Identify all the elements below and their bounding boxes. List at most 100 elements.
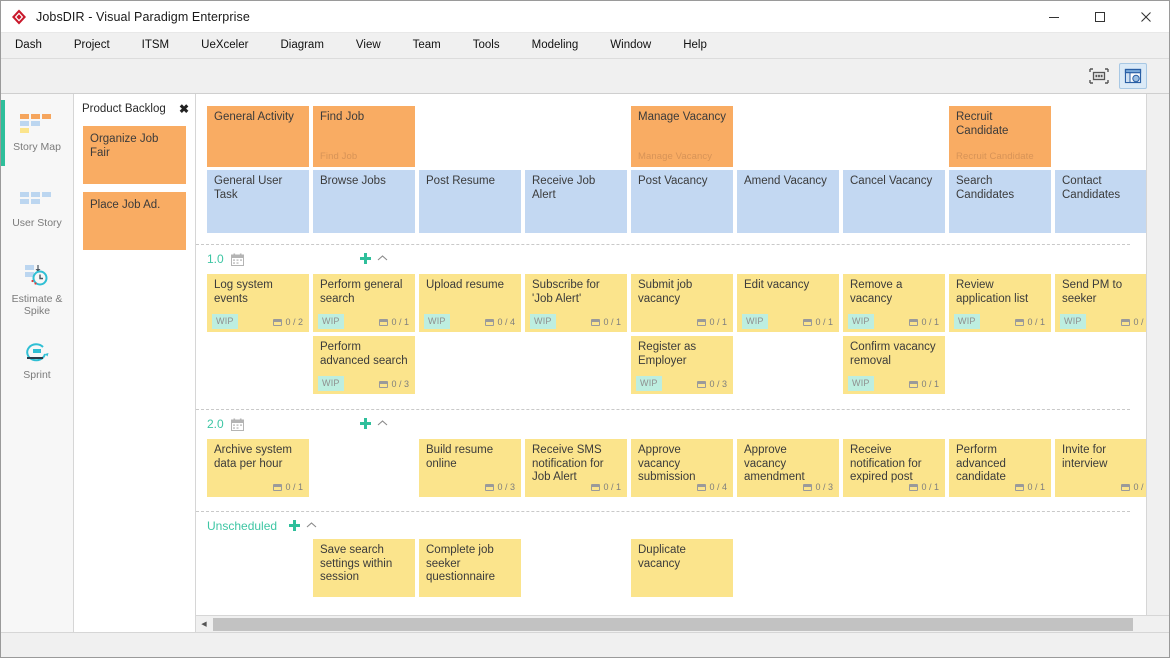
subtask-icon	[379, 381, 388, 388]
story-card[interactable]: Log system eventsWIP0 / 2	[207, 274, 309, 332]
arrow-left-icon[interactable]: ◀	[196, 617, 212, 632]
story-card[interactable]: Subscribe for 'Job Alert'WIP0 / 1	[525, 274, 627, 332]
activity-card[interactable]: General Activity	[207, 106, 309, 167]
story-card[interactable]: Confirm vacancy removalWIP0 / 1	[843, 336, 945, 394]
subtask-count: 0 / 3	[485, 481, 515, 495]
subtask-count: 0 / 3	[697, 378, 727, 392]
left-navigation: Story Map User Story	[1, 94, 74, 632]
subtask-icon	[591, 319, 600, 326]
card-title: Cancel Vacancy	[850, 175, 938, 189]
scrollbar-thumb[interactable]	[213, 618, 1133, 631]
story-card[interactable]: Perform advanced searchWIP0 / 3	[313, 336, 415, 394]
sidebar-item-sprint[interactable]: Sprint	[1, 334, 73, 396]
story-card[interactable]: Receive SMS notification for Job Alert0 …	[525, 439, 627, 497]
sprint-name[interactable]: 1.0	[207, 252, 224, 266]
activity-card[interactable]: Recruit CandidateRecruit Candidate	[949, 106, 1051, 167]
close-button[interactable]	[1123, 1, 1169, 32]
story-card[interactable]: Register as EmployerWIP0 / 3	[631, 336, 733, 394]
story-card[interactable]: Upload resumeWIP0 / 4	[419, 274, 521, 332]
subtask-count-label: 0 / 1	[921, 481, 939, 495]
story-card[interactable]: Save search settings within session	[313, 539, 415, 597]
menu-item-view[interactable]: View	[356, 33, 399, 58]
story-card[interactable]: Approve vacancy amendment0 / 3	[737, 439, 839, 497]
calendar-icon[interactable]	[231, 253, 244, 266]
story-map-canvas: General Activity Find JobFind Job Manage V…	[196, 94, 1169, 632]
add-icon[interactable]	[359, 252, 372, 267]
card-title: General User Task	[214, 175, 302, 202]
task-card[interactable]: General User Task	[207, 170, 309, 233]
subtask-count: 0 / 3	[379, 378, 409, 392]
calendar-icon[interactable]	[231, 418, 244, 431]
horizontal-scrollbar[interactable]: ◀	[196, 615, 1169, 632]
sidebar-item-user-story[interactable]: User Story	[1, 182, 73, 244]
sprint-name[interactable]: Unscheduled	[207, 519, 277, 533]
subtask-count-label: 0 / 1	[603, 481, 621, 495]
close-icon[interactable]: ✖	[179, 103, 189, 115]
maximize-button[interactable]	[1077, 1, 1123, 32]
activity-card[interactable]: Find JobFind Job	[313, 106, 415, 167]
chevron-up-icon[interactable]	[377, 419, 388, 430]
story-card[interactable]: Approve vacancy submission0 / 4	[631, 439, 733, 497]
task-card[interactable]: Browse Jobs	[313, 170, 415, 233]
subtask-count-label: 0 / 1	[709, 316, 727, 330]
add-icon[interactable]	[359, 417, 372, 432]
menu-item-diagram[interactable]: Diagram	[280, 33, 341, 58]
sprint-name[interactable]: 2.0	[207, 417, 224, 431]
chevron-up-icon[interactable]	[377, 254, 388, 265]
task-card[interactable]: Cancel Vacancy	[843, 170, 945, 233]
menu-item-team[interactable]: Team	[413, 33, 459, 58]
card-title: Manage Vacancy	[638, 111, 726, 125]
menu-item-window[interactable]: Window	[610, 33, 669, 58]
story-card[interactable]: Review application listWIP0 / 1	[949, 274, 1051, 332]
task-card[interactable]: Contact Candidates	[1055, 170, 1157, 233]
wip-badge: WIP	[636, 376, 662, 392]
story-card[interactable]: Archive system data per hour0 / 1	[207, 439, 309, 497]
story-card[interactable]: Invite for interview0 / 1	[1055, 439, 1157, 497]
subtask-count: 0 / 1	[909, 316, 939, 330]
task-card[interactable]: Receive Job Alert	[525, 170, 627, 233]
subtask-count: 0 / 1	[591, 316, 621, 330]
story-card[interactable]: Submit job vacancy0 / 1	[631, 274, 733, 332]
card-title: Save search settings within session	[320, 544, 408, 585]
story-card[interactable]: Perform advanced candidate0 / 1	[949, 439, 1051, 497]
menu-item-uexceler[interactable]: UeXceler	[201, 33, 266, 58]
task-card[interactable]: Amend Vacancy	[737, 170, 839, 233]
task-card[interactable]: Post Resume	[419, 170, 521, 233]
story-card[interactable]: Perform general searchWIP0 / 1	[313, 274, 415, 332]
subtask-count-label: 0 / 3	[497, 481, 515, 495]
card-title: Edit vacancy	[744, 279, 832, 293]
activity-card[interactable]: Manage VacancyManage Vacancy	[631, 106, 733, 167]
story-card[interactable]: Duplicate vacancy	[631, 539, 733, 597]
backlog-card[interactable]: Organize Job Fair	[83, 126, 186, 184]
task-card[interactable]: Post Vacancy	[631, 170, 733, 233]
backlog-card[interactable]: Place Job Ad.	[83, 192, 186, 250]
menu-item-modeling[interactable]: Modeling	[532, 33, 597, 58]
story-card[interactable]: Complete job seeker questionnaire	[419, 539, 521, 597]
fit-to-screen-icon[interactable]	[1085, 63, 1113, 89]
menu-item-help[interactable]: Help	[683, 33, 725, 58]
task-card[interactable]: Search Candidates	[949, 170, 1051, 233]
menu-item-itsm[interactable]: ITSM	[142, 33, 187, 58]
card-title: General Activity	[214, 111, 302, 125]
subtask-count-label: 0 / 3	[391, 378, 409, 392]
story-card[interactable]: Receive notification for expired post0 /…	[843, 439, 945, 497]
story-card[interactable]: Remove a vacancyWIP0 / 1	[843, 274, 945, 332]
subtask-count-label: 0 / 1	[1027, 316, 1045, 330]
subtask-icon	[379, 319, 388, 326]
minimize-button[interactable]	[1031, 1, 1077, 32]
menu-item-project[interactable]: Project	[74, 33, 128, 58]
sidebar-item-story-map[interactable]: Story Map	[1, 106, 73, 168]
show-properties-pane-icon[interactable]	[1119, 63, 1147, 89]
story-card[interactable]: Send PM to seekerWIP0 / 1	[1055, 274, 1157, 332]
story-card[interactable]: Build resume online0 / 3	[419, 439, 521, 497]
wip-badge: WIP	[848, 314, 874, 330]
add-icon[interactable]	[288, 519, 301, 534]
story-card[interactable]: Edit vacancyWIP0 / 1	[737, 274, 839, 332]
chevron-up-icon[interactable]	[306, 521, 317, 532]
subtask-icon	[803, 319, 812, 326]
menu-item-tools[interactable]: Tools	[473, 33, 518, 58]
subtask-count: 0 / 1	[909, 481, 939, 495]
subtask-count: 0 / 1	[379, 316, 409, 330]
sidebar-item-estimate-spike[interactable]: Estimate & Spike	[1, 258, 73, 320]
menu-item-dash[interactable]: Dash	[15, 33, 60, 58]
